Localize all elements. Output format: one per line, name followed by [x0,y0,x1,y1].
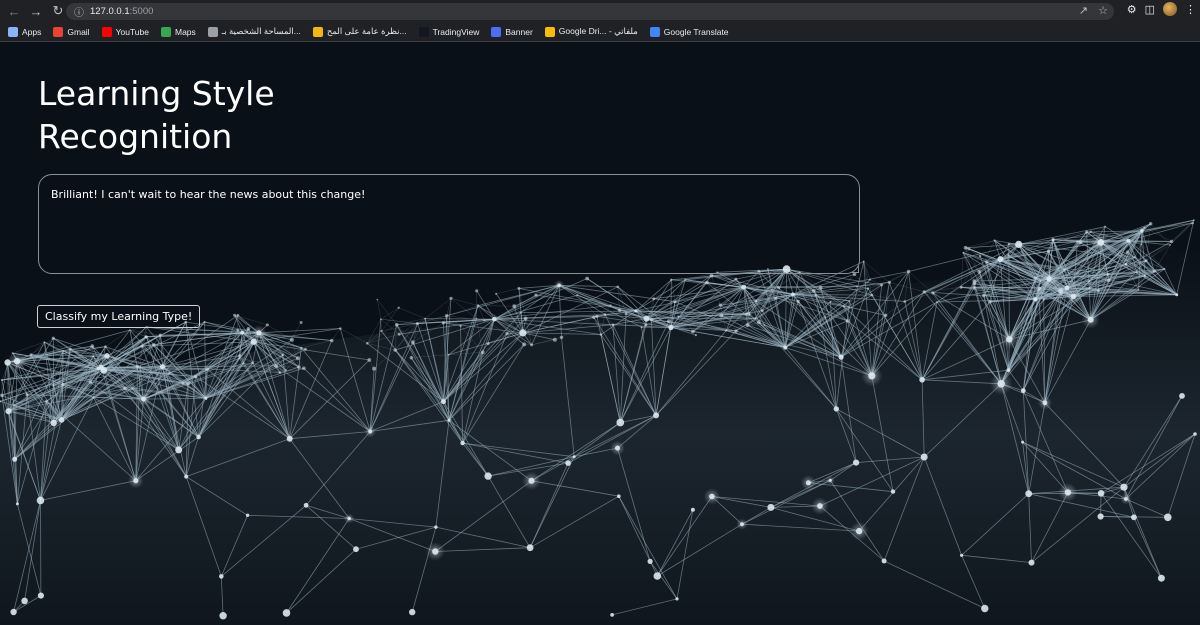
bookmark-item[interactable]: المساحة الشخصية بـ... [207,26,301,37]
tradingview-icon [418,26,429,37]
bookmark-item[interactable]: Gmail [53,26,90,37]
bookmark-label: YouTube [115,26,149,37]
share-icon[interactable]: ↗ [1079,4,1088,17]
bookmark-label: نظرة عامة على المح... [326,26,407,36]
extensions-icon[interactable]: ⚙ [1127,3,1137,16]
url-port: :5000 [129,6,154,17]
bookmark-label: Google Dri... - ملفاتي [558,26,638,36]
page-content: Learning Style Recognition Classify my L… [0,42,1200,625]
browser-toolbar: ← → ↻ ⓘ 127.0.0.1:5000 ↗ ☆ ⚙ ◫ ⋮ [0,0,1200,22]
bookmark-label: Maps [174,26,196,37]
bookmark-label: Apps [22,26,42,37]
menu-kebab-icon[interactable]: ⋮ [1185,3,1196,16]
bookmark-item[interactable]: نظرة عامة على المح... [312,26,407,37]
bookmark-label: Banner [505,26,533,37]
profile-avatar[interactable] [1163,2,1177,16]
bookmark-label: TradingView [432,26,480,37]
globe-icon [207,26,218,37]
maps-icon [160,26,171,37]
bookmark-item[interactable]: YouTube [101,26,149,37]
star-icon[interactable]: ☆ [1098,4,1108,17]
bookmark-label: Gmail [67,26,90,37]
forward-icon[interactable]: → [26,1,46,21]
reload-icon[interactable]: ↻ [48,1,68,21]
google-drive-icon [544,26,555,37]
youtube-icon [101,26,112,37]
site-info-icon[interactable]: ⓘ [74,4,86,19]
bookmark-label: Google Translate [663,26,729,37]
address-bar[interactable]: ⓘ 127.0.0.1:5000 ↗ ☆ [66,3,1114,20]
bookmark-label: المساحة الشخصية بـ... [221,26,301,36]
resize-handle-icon[interactable] [852,266,859,273]
url-host: 127.0.0.1 [90,6,130,17]
bookmark-item[interactable]: Apps [8,26,42,37]
banner-icon [491,26,502,37]
learning-text-input[interactable] [38,174,860,274]
classify-button[interactable]: Classify my Learning Type! [37,305,201,328]
page-title: Learning Style Recognition [38,74,275,156]
bookmark-item[interactable]: Google Translate [649,26,729,37]
bookmark-item[interactable]: Maps [160,26,196,37]
binance-icon [312,26,323,37]
bookmark-item[interactable]: TradingView [418,26,480,37]
google-translate-icon [649,26,660,37]
back-icon[interactable]: ← [4,1,24,21]
bookmarks-bar: Apps Gmail YouTube Maps المساحة الشخصية بـ..… [0,22,1200,42]
bookmark-item[interactable]: Google Dri... - ملفاتي [544,26,638,37]
bookmark-item[interactable]: Banner [491,26,533,37]
apps-grid-icon [8,26,18,37]
side-panel-icon[interactable]: ◫ [1145,3,1155,16]
gmail-icon [53,26,64,37]
